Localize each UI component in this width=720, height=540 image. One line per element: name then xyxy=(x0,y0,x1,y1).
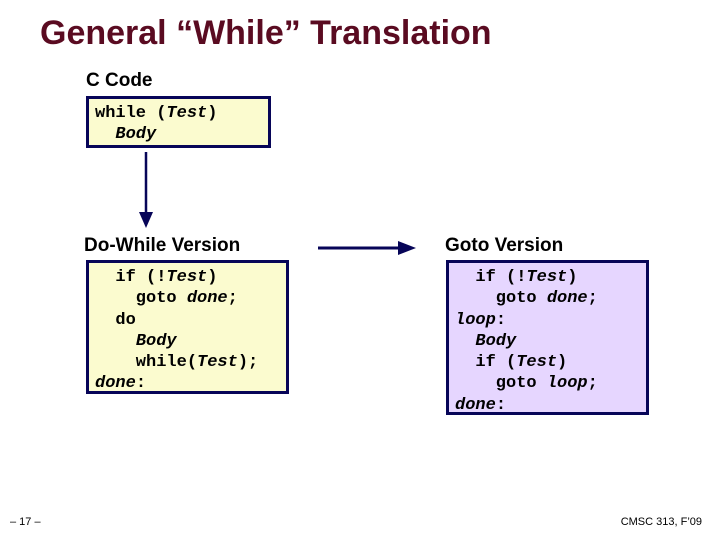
text: Body xyxy=(115,125,156,144)
text: while ( xyxy=(95,104,166,123)
gt-line6: goto loop; xyxy=(455,373,640,394)
text: ; xyxy=(588,289,598,308)
heading-do-while: Do-While Version xyxy=(84,235,240,257)
text: done xyxy=(455,396,496,415)
gt-line1: if (!Test) xyxy=(455,267,640,288)
text: ) xyxy=(207,104,217,123)
gt-line3: loop: xyxy=(455,310,640,331)
gt-line2: goto done; xyxy=(455,288,640,309)
text: ; xyxy=(228,289,238,308)
text: do xyxy=(95,311,136,330)
text: if (! xyxy=(95,268,166,287)
text: Body xyxy=(475,332,516,351)
gt-line7: done: xyxy=(455,395,640,416)
text: Test xyxy=(166,268,207,287)
arrow-right-icon xyxy=(318,238,418,258)
text: if (! xyxy=(455,268,526,287)
text: loop xyxy=(547,374,588,393)
arrow-down-icon xyxy=(136,152,156,230)
footer-course: CMSC 313, F’09 xyxy=(621,516,702,528)
heading-c-code: C Code xyxy=(86,70,153,92)
text: goto xyxy=(95,289,187,308)
code-box-do-while: if (!Test) goto done; do Body while(Test… xyxy=(86,260,289,394)
text: Test xyxy=(526,268,567,287)
text: ) xyxy=(567,268,577,287)
dw-line5: while(Test); xyxy=(95,352,280,373)
text: ) xyxy=(557,353,567,372)
indent xyxy=(95,332,136,351)
text: Test xyxy=(166,104,207,123)
dw-line2: goto done; xyxy=(95,288,280,309)
code-box-goto: if (!Test) goto done; loop: Body if (Tes… xyxy=(446,260,649,415)
dw-line6: done: xyxy=(95,373,280,394)
footer-page-number: – 17 – xyxy=(10,516,41,528)
indent xyxy=(455,332,475,351)
text: ) xyxy=(207,268,217,287)
text: while( xyxy=(95,353,197,372)
text: ); xyxy=(238,353,258,372)
indent xyxy=(95,125,115,144)
dw-line3: do xyxy=(95,310,280,331)
text: done xyxy=(95,374,136,393)
text: done xyxy=(547,289,588,308)
gt-line4: Body xyxy=(455,331,640,352)
text: : xyxy=(136,374,146,393)
dw-line4: Body xyxy=(95,331,280,352)
c-code-line2: Body xyxy=(95,124,262,145)
text: if ( xyxy=(455,353,516,372)
heading-goto: Goto Version xyxy=(445,235,563,257)
text: done xyxy=(187,289,228,308)
page-title: General “While” Translation xyxy=(40,14,492,53)
slide-root: General “While” Translation C Code while… xyxy=(0,0,720,540)
text: goto xyxy=(455,289,547,308)
dw-line1: if (!Test) xyxy=(95,267,280,288)
gt-line5: if (Test) xyxy=(455,352,640,373)
text: : xyxy=(496,396,506,415)
code-box-c: while (Test) Body xyxy=(86,96,271,148)
text: Body xyxy=(136,332,177,351)
text: Test xyxy=(197,353,238,372)
text: : xyxy=(496,311,506,330)
text: Test xyxy=(516,353,557,372)
c-code-line1: while (Test) xyxy=(95,103,262,124)
text: goto xyxy=(455,374,547,393)
text: ; xyxy=(588,374,598,393)
text: loop xyxy=(455,311,496,330)
